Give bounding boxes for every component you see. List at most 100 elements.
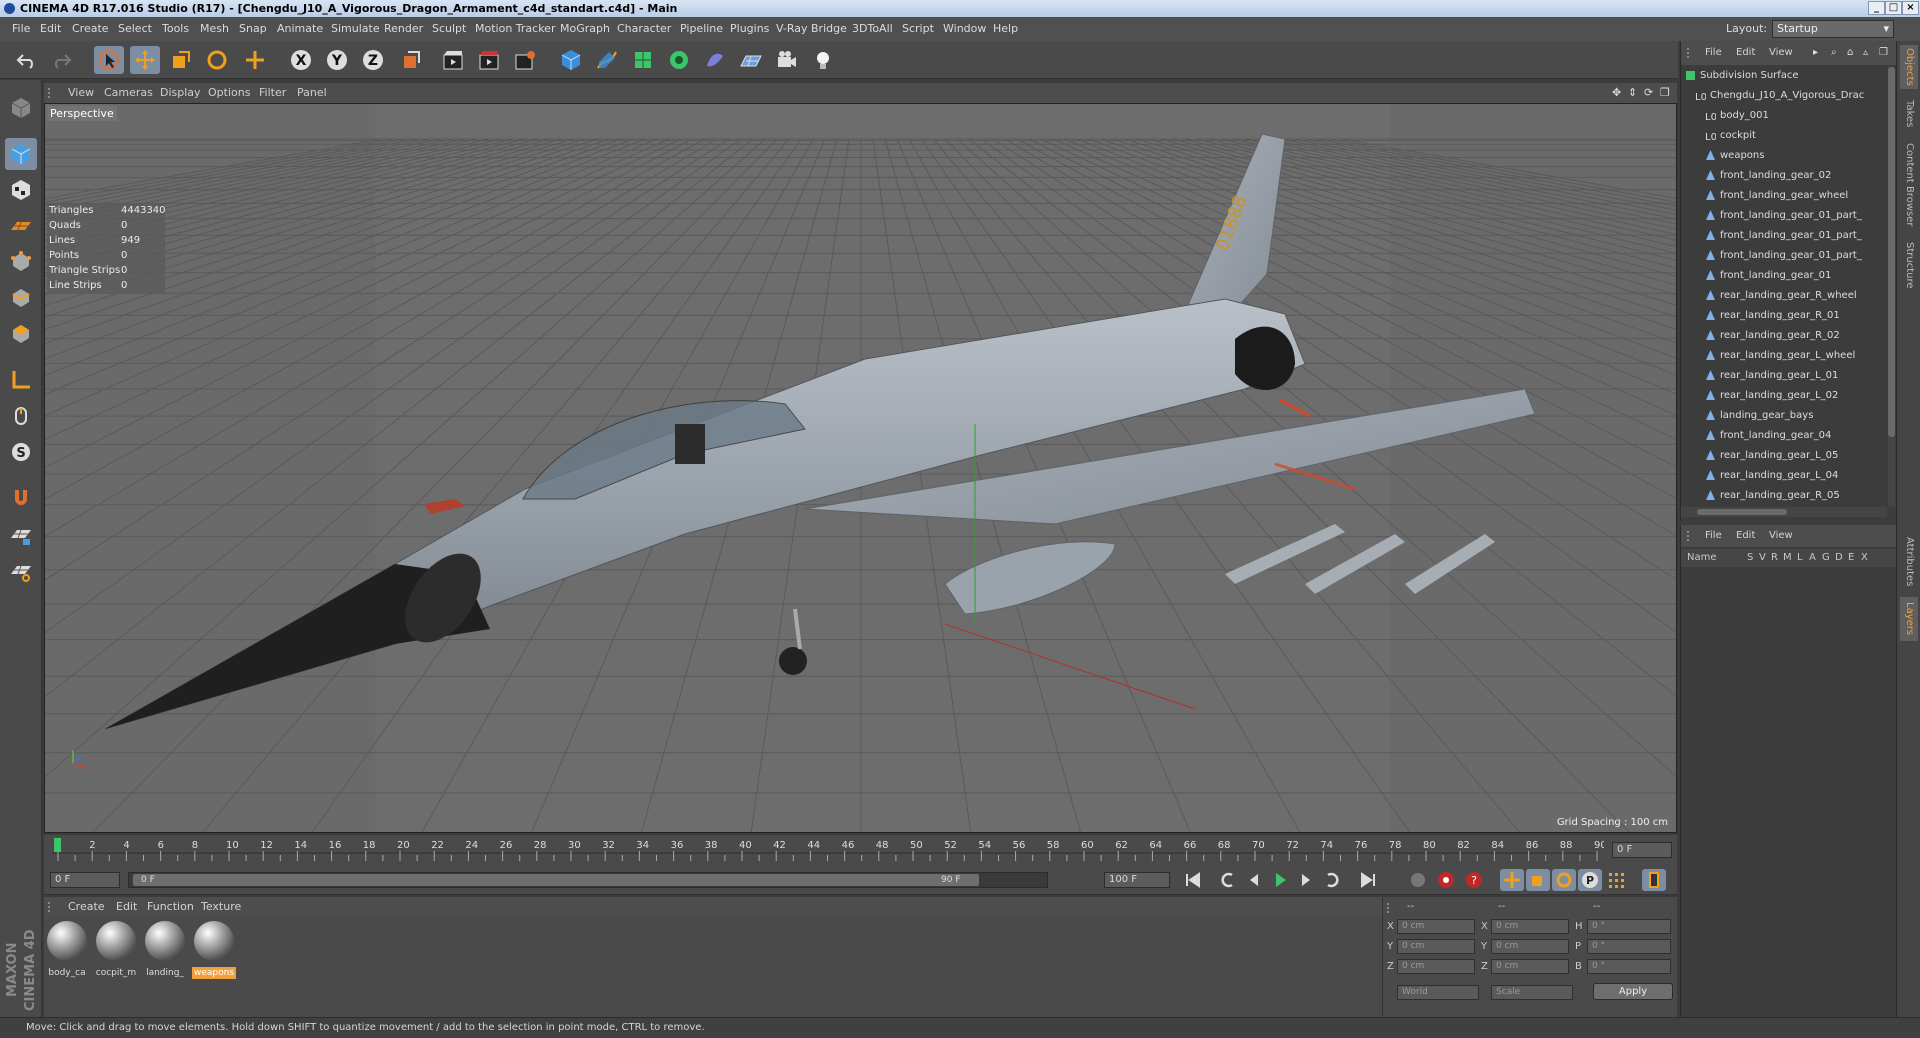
pen-spline-icon[interactable] [592,46,622,74]
viewport-menu-display[interactable]: Display [160,83,201,103]
size-z-field[interactable]: 0 cm [1491,959,1569,974]
menu-script[interactable]: Script [902,17,934,41]
material-menu-function[interactable]: Function [147,897,194,917]
cube-icon[interactable] [556,46,586,74]
menu-3dtoall[interactable]: 3DToAll [852,17,893,41]
object-row[interactable]: rear_landing_gear_R_02 [1705,327,1887,345]
coordinate-system-icon[interactable] [396,46,426,74]
menu-file[interactable]: File [12,17,30,41]
object-row[interactable]: rear_landing_gear_L_05 [1705,447,1887,465]
planar-workplane-icon[interactable] [5,556,37,588]
key-parameter-icon[interactable]: P [1578,869,1602,891]
material-swatch[interactable]: cocpit_m [94,921,138,981]
viewport-camera-label[interactable]: Perspective [47,106,117,121]
close-button[interactable]: × [1902,1,1919,15]
tweak-mode-icon[interactable] [5,400,37,432]
object-row[interactable]: weapons [1705,147,1887,165]
column-generators[interactable]: G [1822,549,1830,567]
viewport-menu-filter[interactable]: Filter [259,83,286,103]
object-row[interactable]: front_landing_gear_wheel [1705,187,1887,205]
preview-range-handle[interactable] [133,874,979,886]
workplane-icon[interactable] [5,210,37,242]
size-x-field[interactable]: 0 cm [1491,919,1569,934]
column-name[interactable]: Name [1687,549,1717,567]
drag-handle-icon[interactable] [48,902,56,912]
object-row[interactable]: rear_landing_gear_L_wheel [1705,347,1887,365]
viewport-menu-options[interactable]: Options [208,83,250,103]
current-frame-field[interactable]: 0 F [1612,842,1672,858]
cloner-icon[interactable] [664,46,694,74]
menu-render[interactable]: Render [384,17,423,41]
menu-simulate[interactable]: Simulate [331,17,380,41]
position-y-field[interactable]: 0 cm [1397,939,1475,954]
menu-mograph[interactable]: MoGraph [560,17,610,41]
object-row[interactable]: Subdivision Surface [1685,67,1887,85]
redo-icon[interactable] [46,46,76,74]
column-xref[interactable]: X [1861,549,1868,567]
perspective-viewport[interactable]: 01888 Perspective Triangles 4443340 Quad… [44,103,1677,833]
start-frame-field[interactable]: 0 F [50,872,120,888]
tab-attributes[interactable]: Attributes [1900,531,1918,593]
object-row[interactable]: front_landing_gear_01 [1705,267,1887,285]
menu-sculpt[interactable]: Sculpt [432,17,466,41]
search-icon[interactable]: ⌕ [1831,41,1837,65]
autokeying-icon[interactable] [1434,869,1458,891]
deformer-icon[interactable] [700,46,730,74]
column-view[interactable]: V [1759,549,1766,567]
menu-help[interactable]: Help [993,17,1018,41]
previous-keyframe-icon[interactable] [1216,869,1240,891]
menu-window[interactable]: Window [943,17,986,41]
texture-mode-icon[interactable] [5,174,37,206]
object-row[interactable]: rear_landing_gear_R_wheel [1705,287,1887,305]
rotate-icon[interactable] [202,46,232,74]
next-keyframe-icon[interactable] [1320,869,1344,891]
keyframe-selection-icon[interactable]: ? [1462,869,1486,891]
record-active-objects-icon[interactable] [1406,869,1430,891]
menu-motion-tracker[interactable]: Motion Tracker [475,17,555,41]
key-position-icon[interactable] [1500,869,1524,891]
column-manager[interactable]: M [1783,549,1792,567]
object-row[interactable]: rear_landing_gear_L_01 [1705,367,1887,385]
drag-handle-icon[interactable] [48,88,56,98]
menu-create[interactable]: Create [72,17,109,41]
column-render[interactable]: R [1771,549,1778,567]
model-mode-icon[interactable] [5,138,37,170]
new-window-icon[interactable]: ❐ [1879,41,1888,65]
menu-snap[interactable]: Snap [239,17,267,41]
menu-pipeline[interactable]: Pipeline [680,17,723,41]
menu-tools[interactable]: Tools [162,17,189,41]
object-row[interactable]: front_landing_gear_02 [1705,167,1887,185]
attr-menu-file[interactable]: File [1705,525,1722,547]
points-mode-icon[interactable] [5,246,37,278]
material-swatch-selected[interactable]: weapons [192,921,236,981]
menu-select[interactable]: Select [118,17,152,41]
move-axis-icon[interactable] [240,46,270,74]
edit-render-settings-icon[interactable] [510,46,540,74]
goto-start-icon[interactable] [1181,869,1205,891]
object-row[interactable]: rear_landing_gear_L_02 [1705,387,1887,405]
x-axis-icon[interactable]: X [286,46,316,74]
edges-mode-icon[interactable] [5,282,37,314]
size-y-field[interactable]: 0 cm [1491,939,1569,954]
column-locked[interactable]: L [1797,549,1803,567]
material-menu-edit[interactable]: Edit [116,897,137,917]
polygons-mode-icon[interactable] [5,318,37,350]
menu-edit[interactable]: Edit [40,17,61,41]
next-frame-icon[interactable] [1294,869,1318,891]
timeline-window-icon[interactable] [1642,869,1666,891]
menu-plugins[interactable]: Plugins [730,17,769,41]
attr-menu-view[interactable]: View [1769,525,1793,547]
viewport-maximize-icon[interactable]: ❐ [1660,83,1670,103]
axis-mode-icon[interactable] [5,364,37,396]
object-tree-scrollbar[interactable] [1888,67,1895,507]
column-deformers[interactable]: D [1835,549,1843,567]
object-row[interactable]: front_landing_gear_01_part_ [1705,227,1887,245]
tab-takes[interactable]: Takes [1900,95,1918,133]
size-mode-select[interactable]: Scale [1491,985,1573,1000]
render-view-icon[interactable] [438,46,468,74]
locked-workplane-icon[interactable] [5,520,37,552]
object-row[interactable]: front_landing_gear_01_part_ [1705,247,1887,265]
apply-button[interactable]: Apply [1593,983,1673,1000]
play-forward-icon[interactable] [1268,869,1292,891]
solo-mode-icon[interactable]: S [5,436,37,468]
